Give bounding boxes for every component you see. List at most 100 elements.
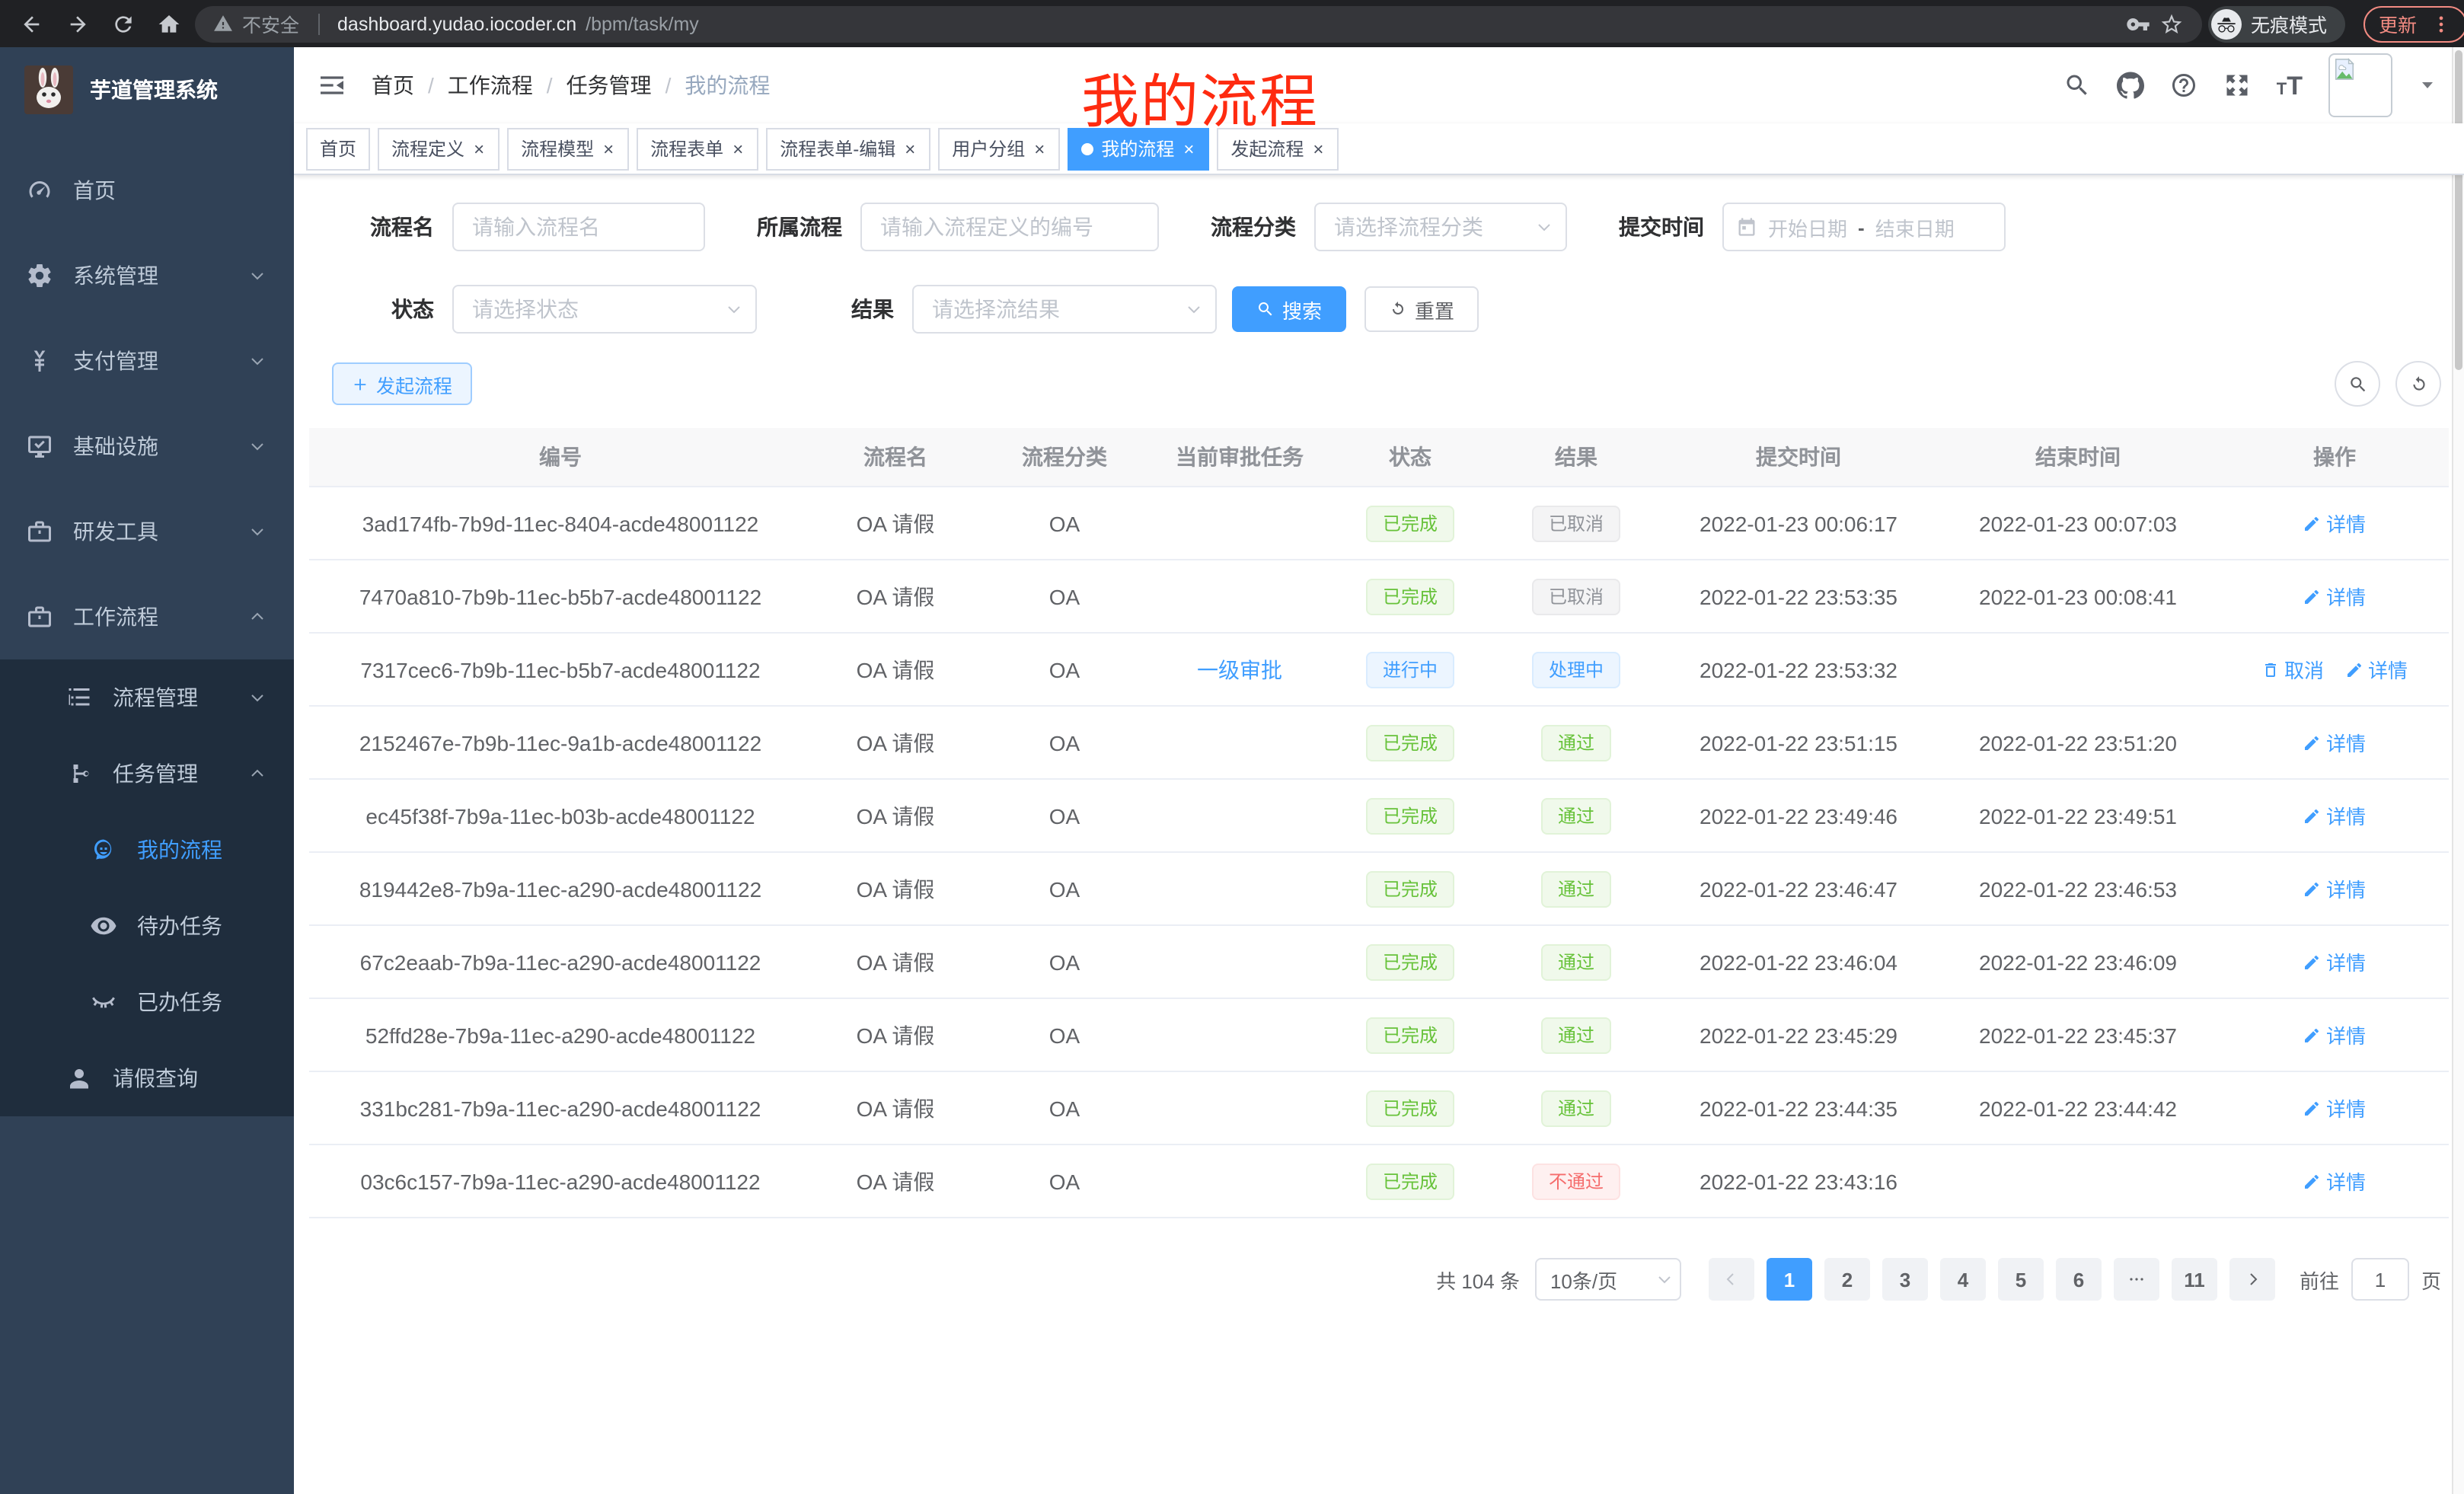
sidebar-item-devtools[interactable]: 研发工具 bbox=[0, 489, 294, 574]
detail-link[interactable]: 详情 bbox=[2303, 582, 2366, 611]
close-tab-icon[interactable]: × bbox=[1182, 138, 1195, 159]
breadcrumb-item[interactable]: 任务管理 bbox=[567, 70, 652, 101]
tab-process-form[interactable]: 流程表单× bbox=[637, 127, 758, 170]
browser-forward-button[interactable] bbox=[58, 4, 97, 43]
page-button-5[interactable]: 5 bbox=[1998, 1258, 2044, 1301]
detail-link[interactable]: 详情 bbox=[2303, 947, 2366, 976]
refresh-table-button[interactable] bbox=[2395, 361, 2441, 407]
search-button[interactable]: 搜索 bbox=[1232, 286, 1346, 332]
cell-result: 处理中 bbox=[1491, 633, 1661, 706]
process-definition-input[interactable] bbox=[860, 203, 1159, 251]
cell-result: 不通过 bbox=[1491, 1144, 1661, 1218]
breadcrumb-item[interactable]: 工作流程 bbox=[448, 70, 533, 101]
detail-link[interactable]: 详情 bbox=[2303, 874, 2366, 903]
close-tab-icon[interactable]: × bbox=[903, 138, 917, 159]
sidebar-item-process-mgmt[interactable]: 流程管理 bbox=[0, 659, 294, 736]
font-size-icon[interactable]: TT bbox=[2277, 72, 2303, 98]
more-pages-button[interactable] bbox=[2114, 1258, 2159, 1301]
column-header: 操作 bbox=[2220, 428, 2449, 487]
page-button-3[interactable]: 3 bbox=[1882, 1258, 1928, 1301]
detail-link[interactable]: 详情 bbox=[2303, 1020, 2366, 1049]
tab-process-model[interactable]: 流程模型× bbox=[507, 127, 629, 170]
tab-user-group[interactable]: 用户分组× bbox=[938, 127, 1060, 170]
page-button-11[interactable]: 11 bbox=[2172, 1258, 2217, 1301]
sidebar-item-my-process[interactable]: 我的流程 bbox=[0, 812, 294, 888]
github-icon[interactable] bbox=[2117, 72, 2144, 99]
sidebar-item-leave-query[interactable]: 请假查询 bbox=[0, 1040, 294, 1116]
sidebar-item-todo-tasks[interactable]: 待办任务 bbox=[0, 888, 294, 964]
page-button-2[interactable]: 2 bbox=[1824, 1258, 1870, 1301]
cell-end-time: 2022-01-22 23:51:20 bbox=[1936, 706, 2220, 779]
tab-home[interactable]: 首页 bbox=[306, 127, 370, 170]
tab-process-def[interactable]: 流程定义× bbox=[378, 127, 500, 170]
browser-menu-dots-icon[interactable] bbox=[2430, 13, 2452, 34]
sidebar-item-infra[interactable]: 基础设施 bbox=[0, 404, 294, 489]
process-category-select[interactable]: 请选择流程分类 bbox=[1314, 203, 1567, 251]
goto-page-input[interactable] bbox=[2351, 1258, 2409, 1301]
result-badge: 处理中 bbox=[1532, 651, 1620, 688]
page-button-4[interactable]: 4 bbox=[1940, 1258, 1986, 1301]
avatar[interactable] bbox=[2328, 53, 2392, 117]
app-logo-row[interactable]: 芋道管理系统 bbox=[0, 47, 294, 132]
cell-id: 819442e8-7b9a-11ec-a290-acde48001122 bbox=[309, 852, 812, 925]
result-select[interactable]: 请选择流结果 bbox=[912, 285, 1217, 334]
tab-start-process[interactable]: 发起流程× bbox=[1217, 127, 1339, 170]
detail-link[interactable]: 详情 bbox=[2303, 801, 2366, 830]
cell-status: 已完成 bbox=[1329, 779, 1491, 852]
create-process-button[interactable]: 发起流程 bbox=[332, 362, 472, 405]
scrollbar-thumb[interactable] bbox=[2455, 50, 2462, 370]
submit-time-range-picker[interactable]: 开始日期 - 结束日期 bbox=[1722, 203, 2006, 251]
page-size-select[interactable]: 10条/页 bbox=[1535, 1258, 1681, 1301]
detail-link[interactable]: 详情 bbox=[2303, 728, 2366, 757]
sidebar-item-done-tasks[interactable]: 已办任务 bbox=[0, 964, 294, 1040]
browser-back-button[interactable] bbox=[12, 4, 52, 43]
cancel-link[interactable]: 取消 bbox=[2261, 655, 2324, 684]
task-link[interactable]: 一级审批 bbox=[1197, 657, 1282, 682]
close-tab-icon[interactable]: × bbox=[1033, 138, 1046, 159]
cell-id: 03c6c157-7b9a-11ec-a290-acde48001122 bbox=[309, 1144, 812, 1218]
detail-link[interactable]: 详情 bbox=[2303, 1093, 2366, 1122]
sidebar-collapse-button[interactable] bbox=[317, 70, 347, 101]
sidebar-item-home[interactable]: 首页 bbox=[0, 148, 294, 233]
close-tab-icon[interactable]: × bbox=[1311, 138, 1325, 159]
close-tab-icon[interactable]: × bbox=[602, 138, 615, 159]
tab-process-form-edit[interactable]: 流程表单-编辑× bbox=[766, 127, 930, 170]
header-search-icon[interactable] bbox=[2063, 72, 2091, 99]
bookmark-star-icon[interactable] bbox=[2159, 11, 2184, 36]
detail-link[interactable]: 详情 bbox=[2345, 655, 2408, 684]
sidebar-item-workflow[interactable]: 工作流程 bbox=[0, 574, 294, 659]
sidebar-item-system[interactable]: 系统管理 bbox=[0, 233, 294, 318]
result-badge: 通过 bbox=[1541, 870, 1611, 907]
page-button-1[interactable]: 1 bbox=[1767, 1258, 1812, 1301]
process-name-input[interactable] bbox=[452, 203, 705, 251]
page-button-6[interactable]: 6 bbox=[2056, 1258, 2102, 1301]
calendar-icon bbox=[1736, 216, 1757, 238]
breadcrumb-item[interactable]: 首页 bbox=[372, 70, 414, 101]
caret-down-icon[interactable] bbox=[2418, 76, 2437, 94]
address-bar[interactable]: 不安全 dashboard.yudao.iocoder.cn/bpm/task/… bbox=[195, 5, 2202, 42]
toggle-search-button[interactable] bbox=[2335, 361, 2380, 407]
next-page-button[interactable] bbox=[2229, 1258, 2275, 1301]
page-scrollbar[interactable] bbox=[2452, 47, 2464, 1494]
close-tab-icon[interactable]: × bbox=[731, 138, 745, 159]
detail-link[interactable]: 详情 bbox=[2303, 1167, 2366, 1196]
user-icon bbox=[65, 1065, 93, 1092]
browser-reload-button[interactable] bbox=[104, 4, 143, 43]
cell-result: 已取消 bbox=[1491, 487, 1661, 560]
prev-page-button[interactable] bbox=[1709, 1258, 1754, 1301]
table-toolbar: 发起流程 bbox=[332, 361, 2441, 407]
sidebar-item-task-mgmt[interactable]: 任务管理 bbox=[0, 736, 294, 812]
tab-my-process[interactable]: 我的流程× bbox=[1068, 127, 1209, 170]
browser-home-button[interactable] bbox=[149, 4, 189, 43]
help-icon[interactable] bbox=[2170, 72, 2197, 99]
reset-button[interactable]: 重置 bbox=[1364, 286, 1479, 332]
status-select[interactable]: 请选择状态 bbox=[452, 285, 757, 334]
browser-update-button[interactable]: 更新 bbox=[2363, 5, 2464, 42]
cell-process-name: OA 请假 bbox=[812, 1071, 979, 1144]
sidebar-item-payment[interactable]: 支付管理 bbox=[0, 318, 294, 404]
detail-link[interactable]: 详情 bbox=[2303, 509, 2366, 538]
key-icon[interactable] bbox=[2126, 11, 2150, 36]
pagination: 共 104 条 10条/页 12345611 前往 页 bbox=[317, 1258, 2441, 1301]
close-tab-icon[interactable]: × bbox=[472, 138, 486, 159]
fullscreen-icon[interactable] bbox=[2223, 72, 2251, 99]
